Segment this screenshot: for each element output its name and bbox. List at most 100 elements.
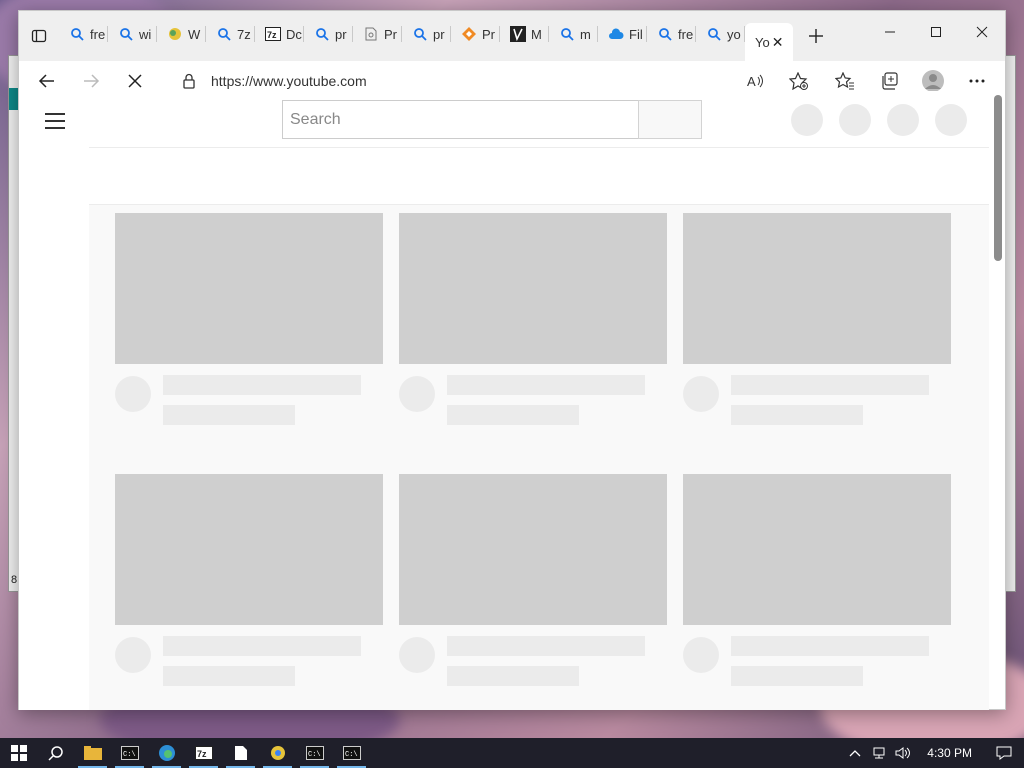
browser-window: fre wi W 7z 7z Dc pr Pr pr Pr Mm Fil fre yo Yo ✕ http… — [18, 10, 1006, 710]
taskbar-edge-button[interactable] — [148, 738, 185, 768]
video-card-skeleton[interactable] — [115, 213, 383, 425]
search-input[interactable]: Search — [282, 100, 639, 139]
header-icon-placeholder[interactable] — [887, 104, 919, 136]
meta-placeholder — [447, 405, 579, 425]
meta-placeholder — [163, 666, 295, 686]
tab-item[interactable]: m — [549, 17, 598, 51]
tab-label: 7z — [237, 26, 251, 42]
tab-label: yo — [727, 26, 741, 42]
search-icon — [69, 26, 85, 42]
svg-text:7z: 7z — [197, 749, 207, 759]
tab-actions-icon — [31, 29, 47, 43]
tab-list: fre wi W 7z 7z Dc pr Pr pr Pr Mm Fil fre yo — [59, 11, 745, 61]
meta-placeholder — [447, 666, 579, 686]
taskbar-file-explorer-button[interactable] — [74, 738, 111, 768]
tab-item[interactable]: Pr — [353, 17, 402, 51]
taskbar-start-button[interactable] — [0, 738, 37, 768]
thumbnail-placeholder[interactable] — [399, 213, 667, 364]
chip-bar — [89, 148, 989, 204]
channel-avatar-placeholder[interactable] — [399, 637, 435, 673]
tab-item[interactable]: 7z Dc — [255, 17, 304, 51]
volume-icon[interactable] — [891, 738, 915, 768]
title-placeholder[interactable] — [731, 375, 929, 395]
tab-label: fre — [90, 26, 106, 42]
clock[interactable]: 4:30 PM — [915, 746, 984, 760]
video-card-skeleton[interactable] — [399, 474, 667, 686]
youtube-page: Search — [19, 91, 989, 710]
channel-avatar-placeholder[interactable] — [683, 376, 719, 412]
tab-item[interactable]: fre — [647, 17, 696, 51]
maximize-button[interactable] — [913, 11, 959, 53]
thumbnail-placeholder[interactable] — [683, 474, 951, 625]
video-card-skeleton[interactable] — [683, 474, 951, 686]
thumbnail-placeholder[interactable] — [683, 213, 951, 364]
background-window-text: 8 — [11, 574, 18, 586]
taskbar-7zip-button[interactable]: 7z — [185, 738, 222, 768]
tab-item[interactable]: M — [500, 17, 549, 51]
search-icon — [657, 26, 673, 42]
taskbar-chrome-button[interactable] — [259, 738, 296, 768]
favorite-add-icon — [788, 71, 808, 91]
title-placeholder[interactable] — [163, 375, 361, 395]
file-explorer-icon — [83, 746, 102, 760]
tab-item[interactable]: pr — [304, 17, 353, 51]
forward-arrow-icon — [84, 74, 100, 88]
title-placeholder[interactable] — [447, 375, 645, 395]
taskbar-cmd-button[interactable]: C:\ — [333, 738, 370, 768]
search-icon — [314, 26, 330, 42]
search-button[interactable] — [638, 100, 702, 139]
taskbar-cmd-button[interactable]: C:\ — [111, 738, 148, 768]
minimize-button[interactable] — [867, 11, 913, 53]
taskbar-apps: C:\ 7z C:\ C:\ — [0, 738, 370, 768]
taskbar-notepad-button[interactable] — [222, 738, 259, 768]
svg-text:C:\: C:\ — [345, 751, 358, 759]
title-placeholder[interactable] — [447, 636, 645, 656]
tab-item[interactable]: yo — [696, 17, 745, 51]
tab-label: Pr — [384, 26, 397, 42]
menu-hamburger-icon[interactable] — [45, 113, 65, 129]
page-scrollbar[interactable] — [994, 95, 1002, 707]
close-window-button[interactable] — [959, 11, 1005, 53]
video-card-skeleton[interactable] — [399, 213, 667, 425]
thumbnail-placeholder[interactable] — [399, 474, 667, 625]
chevron-up-icon[interactable] — [843, 738, 867, 768]
video-card-skeleton[interactable] — [683, 213, 951, 425]
stop-icon — [128, 74, 142, 88]
thumbnail-placeholder[interactable] — [115, 474, 383, 625]
channel-avatar-placeholder[interactable] — [115, 376, 151, 412]
channel-avatar-placeholder[interactable] — [399, 376, 435, 412]
tab-item[interactable]: W — [157, 17, 206, 51]
tab-item[interactable]: Fil — [598, 17, 647, 51]
tab-item[interactable]: Pr — [451, 17, 500, 51]
new-tab-button[interactable] — [801, 21, 831, 51]
title-placeholder[interactable] — [163, 636, 361, 656]
lock-icon[interactable] — [182, 73, 196, 89]
close-tab-icon[interactable]: ✕ — [772, 34, 784, 51]
thumbnail-placeholder[interactable] — [115, 213, 383, 364]
taskbar-cmd-button[interactable]: C:\ — [296, 738, 333, 768]
tab-item[interactable]: fre — [59, 17, 108, 51]
tab-item[interactable]: pr — [402, 17, 451, 51]
taskbar-search-button[interactable] — [37, 738, 74, 768]
chrome-icon — [270, 745, 286, 761]
video-card-skeleton[interactable] — [115, 474, 383, 686]
search-icon — [706, 26, 722, 42]
svg-text:A: A — [747, 74, 756, 89]
header-icon-placeholder[interactable] — [839, 104, 871, 136]
tab-item[interactable]: wi — [108, 17, 157, 51]
tab-active-youtube[interactable]: Yo ✕ — [745, 23, 793, 61]
notepad-icon — [234, 745, 248, 761]
title-placeholder[interactable] — [731, 636, 929, 656]
scrollbar-thumb[interactable] — [994, 95, 1002, 261]
notification-icon[interactable] — [984, 738, 1024, 768]
header-icon-placeholder[interactable] — [935, 104, 967, 136]
channel-avatar-placeholder[interactable] — [115, 637, 151, 673]
url-text: https://www.youtube.com — [211, 73, 367, 89]
tab-actions-button[interactable] — [19, 11, 59, 61]
header-icon-placeholder[interactable] — [791, 104, 823, 136]
channel-avatar-placeholder[interactable] — [683, 637, 719, 673]
network-icon[interactable] — [867, 738, 891, 768]
search-icon — [47, 745, 64, 761]
tab-item[interactable]: 7z — [206, 17, 255, 51]
tab-label: Pr — [482, 26, 495, 42]
